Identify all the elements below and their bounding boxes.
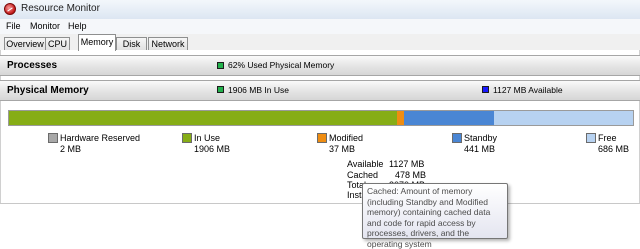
available-summary: 1127 MB Available [493, 85, 563, 95]
standby-bar-segment [404, 111, 494, 125]
free-bar-segment [494, 111, 633, 125]
processes-section-title: Processes [7, 60, 57, 71]
standby-label: Standby [464, 133, 497, 143]
tab-network[interactable]: Network [148, 37, 188, 50]
menu-monitor[interactable]: Monitor [30, 21, 60, 31]
window-title: Resource Monitor [21, 3, 100, 14]
cached-tooltip: Cached: Amount of memory (including Stan… [362, 183, 508, 239]
resource-monitor-icon [4, 3, 16, 15]
in-use-value: 1906 MB [194, 144, 230, 154]
menu-help[interactable]: Help [68, 21, 87, 31]
tab-memory[interactable]: Memory [78, 34, 116, 51]
menu-file[interactable]: File [6, 21, 21, 31]
available-stat-value: 1127 MB [389, 159, 424, 169]
hardware-reserved-swatch [48, 133, 58, 143]
free-swatch [586, 133, 596, 143]
hardware-reserved-value: 2 MB [60, 144, 81, 154]
modified-swatch [317, 133, 327, 143]
tab-overview[interactable]: Overview [4, 37, 46, 50]
cached-stat-label: Cached [347, 170, 378, 180]
standby-swatch [452, 133, 462, 143]
modified-label: Modified [329, 133, 363, 143]
in-use-bar-segment [9, 111, 396, 125]
standby-value: 441 MB [464, 144, 495, 154]
free-label: Free [598, 133, 617, 143]
tab-cpu[interactable]: CPU [45, 37, 70, 50]
available-indicator-icon [482, 86, 489, 93]
modified-bar-segment [397, 111, 405, 125]
in-use-summary: 1906 MB In Use [228, 85, 289, 95]
physical-memory-bar [8, 110, 634, 126]
in-use-label: In Use [194, 133, 220, 143]
physical-memory-section-title: Physical Memory [7, 85, 89, 96]
hardware-reserved-label: Hardware Reserved [60, 133, 140, 143]
free-value: 686 MB [598, 144, 629, 154]
modified-value: 37 MB [329, 144, 355, 154]
used-physical-memory-summary: 62% Used Physical Memory [228, 60, 334, 70]
menu-bar [0, 19, 640, 34]
cached-stat-value: 478 MB [395, 170, 426, 180]
in-use-swatch [182, 133, 192, 143]
lower-panel [0, 203, 640, 246]
in-use-indicator-icon [217, 86, 224, 93]
tab-disk[interactable]: Disk [116, 37, 147, 50]
available-stat-label: Available [347, 159, 383, 169]
used-memory-indicator-icon [217, 62, 224, 69]
